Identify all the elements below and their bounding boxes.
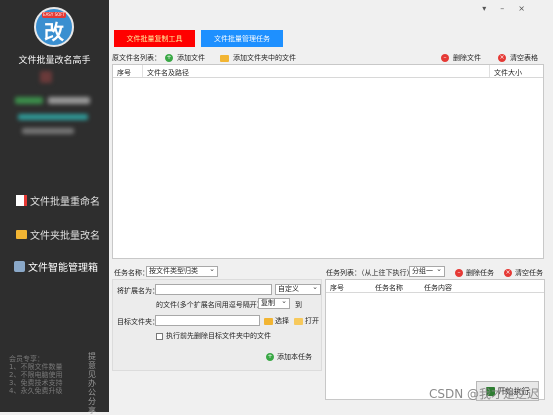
open-folder-icon	[294, 317, 303, 325]
user-info-blurred	[18, 114, 88, 120]
task-list-label: 任务列表：（从上往下执行）	[326, 269, 414, 277]
delete-task-label: 删除任务	[466, 269, 494, 277]
tab-batch-copy[interactable]: 文件批量复制工具	[114, 30, 195, 47]
promo-title: 会员专享：	[9, 355, 44, 363]
folder-icon	[220, 54, 229, 62]
plus-icon: +	[165, 54, 173, 62]
nav-item-smart-manager[interactable]: 文件智能管理箱	[14, 259, 98, 274]
watermark: CSDN @我才是逆迟	[428, 387, 539, 401]
tab-batch-task[interactable]: 文件批量管理任务	[201, 30, 283, 47]
clear-target-checkbox[interactable]: 执行前先删除目标文件夹中的文件	[156, 331, 271, 341]
user-info-blurred	[22, 128, 74, 134]
nav-item-file-rename[interactable]: 文件批量重命名	[16, 193, 100, 208]
ext-label: 将扩展名为：	[117, 287, 159, 295]
document-icon	[16, 195, 27, 206]
delete-file-label: 删除文件	[453, 54, 481, 62]
select-label: 选择	[275, 317, 289, 325]
clear-tasks-label: 清空任务	[515, 269, 543, 277]
open-label: 打开	[305, 317, 319, 325]
user-info-blurred	[40, 71, 52, 83]
table-header: 序号 文件名及路径 文件大小	[113, 65, 543, 78]
clear-target-label: 执行前先删除目标文件夹中的文件	[166, 332, 271, 340]
close-icon: ×	[504, 269, 512, 277]
column-header: 序号	[117, 69, 131, 77]
add-folder-files-button[interactable]: 添加文件夹中的文件	[220, 53, 296, 63]
toolbox-icon	[14, 261, 25, 272]
app-logo: EASY SOFT 改	[34, 7, 74, 47]
delete-file-button[interactable]: – 删除文件	[441, 53, 481, 63]
nav-label: 文件夹批量改名	[30, 231, 100, 242]
open-folder-button[interactable]: 打开	[294, 316, 319, 326]
action-suffix: 到	[295, 301, 302, 309]
sidebar: EASY SOFT 改 文件批量改名高手 文件批量重命名 文件夹批量改名 文件智…	[0, 0, 109, 415]
clear-table-label: 清空表格	[510, 54, 538, 62]
folder-icon	[16, 230, 27, 239]
logo-glyph: 改	[44, 19, 64, 44]
window-controls: ▾ – ×	[482, 4, 525, 13]
ext-input[interactable]	[155, 284, 272, 295]
folder-icon	[264, 317, 273, 325]
file-table[interactable]: 序号 文件名及路径 文件大小	[112, 64, 544, 259]
nav-label: 文件批量重命名	[30, 197, 100, 208]
add-task-button[interactable]: + 添加本任务	[266, 352, 312, 362]
delete-task-button[interactable]: – 删除任务	[455, 268, 494, 278]
clear-tasks-button[interactable]: × 清空任务	[504, 268, 543, 278]
target-folder-input[interactable]	[155, 315, 260, 326]
minus-icon: –	[441, 54, 449, 62]
promo-line: 4、永久免费升级	[9, 387, 63, 395]
ext-hint: 的文件(多个扩展名间用逗号隔开)	[156, 301, 260, 309]
add-file-label: 添加文件	[177, 54, 205, 62]
file-list-label: 原文件名列表：	[112, 54, 161, 62]
nav-item-folder-rename[interactable]: 文件夹批量改名	[16, 227, 100, 242]
menu-icon[interactable]: ▾	[482, 4, 486, 13]
add-file-button[interactable]: + 添加文件	[165, 53, 205, 63]
user-info-blurred	[48, 97, 90, 104]
select-folder-button[interactable]: 选择	[264, 316, 289, 326]
target-folder-label: 目标文件夹：	[117, 318, 159, 326]
column-header: 序号	[330, 284, 344, 292]
ext-mode-select[interactable]: 自定义	[275, 283, 321, 295]
task-name-select[interactable]: 按文件类型归类	[146, 265, 218, 277]
action-select[interactable]: 复制	[258, 297, 290, 309]
minus-icon: –	[455, 269, 463, 277]
app-name: 文件批量改名高手	[18, 56, 91, 66]
logo-tag: EASY SOFT	[42, 12, 66, 18]
clear-table-button[interactable]: × 清空表格	[498, 53, 538, 63]
close-icon[interactable]: ×	[518, 4, 525, 13]
task-name-label: 任务名称：	[114, 269, 149, 277]
column-header: 任务名称	[375, 284, 403, 292]
member-promo: 会员专享： 1、不限文件数量 2、不限电脑使用 3、免费技术支持 4、永久免费升…	[9, 355, 62, 395]
promo-line: 2、不限电脑使用	[9, 371, 63, 379]
promo-line: 3、免费技术支持	[9, 379, 63, 387]
add-folder-files-label: 添加文件夹中的文件	[233, 54, 296, 62]
group-select[interactable]: 分组一	[409, 265, 445, 277]
minimize-icon[interactable]: –	[500, 4, 504, 13]
feedback-link[interactable]: 提意见办公分享	[88, 352, 98, 415]
promo-line: 1、不限文件数量	[9, 363, 63, 371]
checkbox-icon	[156, 332, 163, 340]
close-icon: ×	[498, 54, 506, 62]
nav-label: 文件智能管理箱	[28, 263, 98, 274]
column-header: 任务内容	[424, 284, 452, 292]
table-header: 序号 任务名称 任务内容	[326, 280, 544, 293]
user-info-blurred	[15, 97, 43, 104]
plus-icon: +	[266, 353, 274, 361]
add-task-label: 添加本任务	[277, 353, 312, 361]
column-header: 文件名及路径	[147, 69, 189, 77]
column-header: 文件大小	[494, 69, 522, 77]
